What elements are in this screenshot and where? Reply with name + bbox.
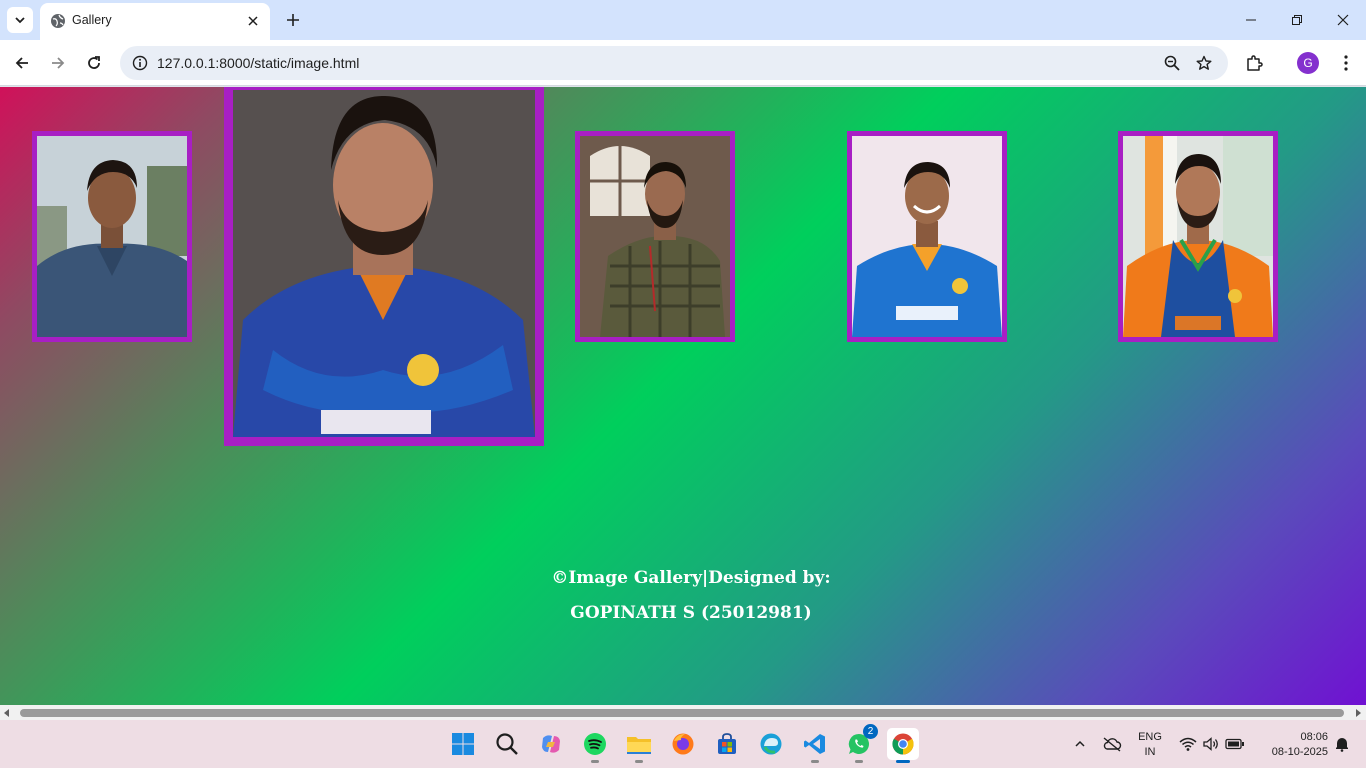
taskbar-search-button[interactable] xyxy=(491,728,523,760)
volume-status[interactable] xyxy=(1199,732,1223,756)
footer-author: GOPINATH S (25012981) xyxy=(570,603,812,623)
taskbar-copilot[interactable] xyxy=(535,728,567,760)
clock-date: 08-10-2025 xyxy=(1271,746,1328,758)
taskbar-edge[interactable] xyxy=(755,728,787,760)
taskbar-firefox[interactable] xyxy=(667,728,699,760)
extensions-button[interactable] xyxy=(1241,50,1267,76)
running-indicator xyxy=(811,760,819,763)
url-text[interactable]: 127.0.0.1:8000/static/image.html xyxy=(157,55,359,71)
more-vertical-icon xyxy=(1344,55,1348,71)
clock[interactable]: 08:06 08-10-2025 xyxy=(1256,730,1328,760)
tab-gallery[interactable]: Gallery xyxy=(40,3,270,40)
scroll-left-icon[interactable] xyxy=(2,708,12,718)
edge-icon xyxy=(760,733,782,755)
language-indicator[interactable]: ENG IN xyxy=(1136,730,1164,760)
taskbar-whatsapp[interactable]: 2 xyxy=(843,724,878,763)
back-button[interactable] xyxy=(9,50,35,76)
windows-logo-icon xyxy=(452,733,474,755)
search-icon xyxy=(496,733,518,755)
taskbar-chrome[interactable] xyxy=(887,728,919,763)
battery-icon xyxy=(1225,738,1244,750)
wifi-icon xyxy=(1179,737,1197,751)
cricketer-photo-icon xyxy=(852,136,1002,337)
chevron-down-icon xyxy=(15,17,25,24)
spotify-icon xyxy=(584,733,606,755)
minimize-icon xyxy=(1246,19,1256,21)
page-content: ©Image Gallery|Designed by: GOPINATH S (… xyxy=(0,87,1366,705)
taskbar-file-explorer[interactable] xyxy=(623,728,655,763)
notification-bell-icon xyxy=(1336,738,1348,752)
horizontal-scrollbar[interactable] xyxy=(0,705,1366,720)
taskbar: 2 ENG IN 08:06 08-10-2025 xyxy=(0,720,1366,768)
language-code: ENG xyxy=(1138,731,1162,743)
zoom-button[interactable] xyxy=(1160,51,1184,75)
scrollbar-thumb[interactable] xyxy=(20,709,1344,717)
store-icon xyxy=(718,733,736,754)
site-info-button[interactable] xyxy=(128,51,152,75)
arrow-right-icon xyxy=(52,57,65,69)
wifi-status[interactable] xyxy=(1176,732,1200,756)
cricketer-photo-icon xyxy=(233,90,535,437)
reload-button[interactable] xyxy=(81,50,107,76)
notifications-button[interactable] xyxy=(1330,732,1354,756)
battery-status[interactable] xyxy=(1223,732,1247,756)
info-icon xyxy=(132,55,148,71)
minimize-button[interactable] xyxy=(1228,0,1274,40)
gallery-image-2[interactable] xyxy=(224,87,544,446)
address-bar[interactable]: 127.0.0.1:8000/static/image.html xyxy=(120,46,1228,80)
active-indicator xyxy=(896,760,910,763)
close-icon xyxy=(1337,14,1349,26)
close-window-button[interactable] xyxy=(1320,0,1366,40)
restore-button[interactable] xyxy=(1274,0,1320,40)
notification-badge: 2 xyxy=(863,724,878,739)
tab-title: Gallery xyxy=(72,13,112,27)
cloud-off-icon xyxy=(1103,737,1122,752)
arrow-left-icon xyxy=(15,57,28,69)
chevron-up-icon xyxy=(1075,740,1085,747)
browser-toolbar: 127.0.0.1:8000/static/image.html G xyxy=(0,40,1366,86)
globe-icon xyxy=(51,14,65,28)
plus-icon xyxy=(287,14,299,26)
onedrive-status[interactable] xyxy=(1100,732,1124,756)
chrome-icon xyxy=(892,733,914,755)
gallery-image-5[interactable] xyxy=(1118,131,1278,342)
puzzle-icon xyxy=(1247,55,1263,71)
show-hidden-icons-button[interactable] xyxy=(1068,732,1092,756)
close-icon xyxy=(248,16,258,26)
restore-icon xyxy=(1292,15,1302,25)
running-indicator xyxy=(591,760,599,763)
scroll-right-icon[interactable] xyxy=(1353,708,1363,718)
cricketer-photo-icon xyxy=(1123,136,1273,337)
running-indicator xyxy=(855,760,863,763)
person-photo-icon xyxy=(37,136,187,337)
speaker-icon xyxy=(1203,737,1218,751)
profile-avatar[interactable]: G xyxy=(1297,52,1319,74)
person-photo-icon xyxy=(580,136,730,337)
running-indicator xyxy=(635,760,643,763)
start-button[interactable] xyxy=(447,728,479,760)
taskbar-vscode[interactable] xyxy=(799,728,831,763)
footer-credit: ©Image Gallery|Designed by: xyxy=(551,568,831,588)
star-icon xyxy=(1196,55,1212,70)
forward-button[interactable] xyxy=(45,50,71,76)
region-code: IN xyxy=(1144,746,1156,758)
gallery-image-3[interactable] xyxy=(575,131,735,342)
gallery-image-4[interactable] xyxy=(847,131,1007,342)
new-tab-button[interactable] xyxy=(282,9,304,31)
gallery-image-1[interactable] xyxy=(32,131,192,342)
bookmark-button[interactable] xyxy=(1192,51,1216,75)
tab-strip: Gallery xyxy=(0,0,1366,40)
folder-icon xyxy=(627,737,651,754)
copilot-icon xyxy=(542,735,560,753)
firefox-icon xyxy=(672,733,694,755)
taskbar-spotify[interactable] xyxy=(579,728,611,763)
zoom-out-icon xyxy=(1164,55,1180,71)
reload-icon xyxy=(88,56,100,69)
tab-search-button[interactable] xyxy=(7,7,33,33)
clock-time: 08:06 xyxy=(1300,731,1328,743)
menu-button[interactable] xyxy=(1333,50,1359,76)
taskbar-microsoft-store[interactable] xyxy=(711,728,743,760)
close-tab-button[interactable] xyxy=(244,12,262,30)
vscode-icon xyxy=(804,734,825,754)
